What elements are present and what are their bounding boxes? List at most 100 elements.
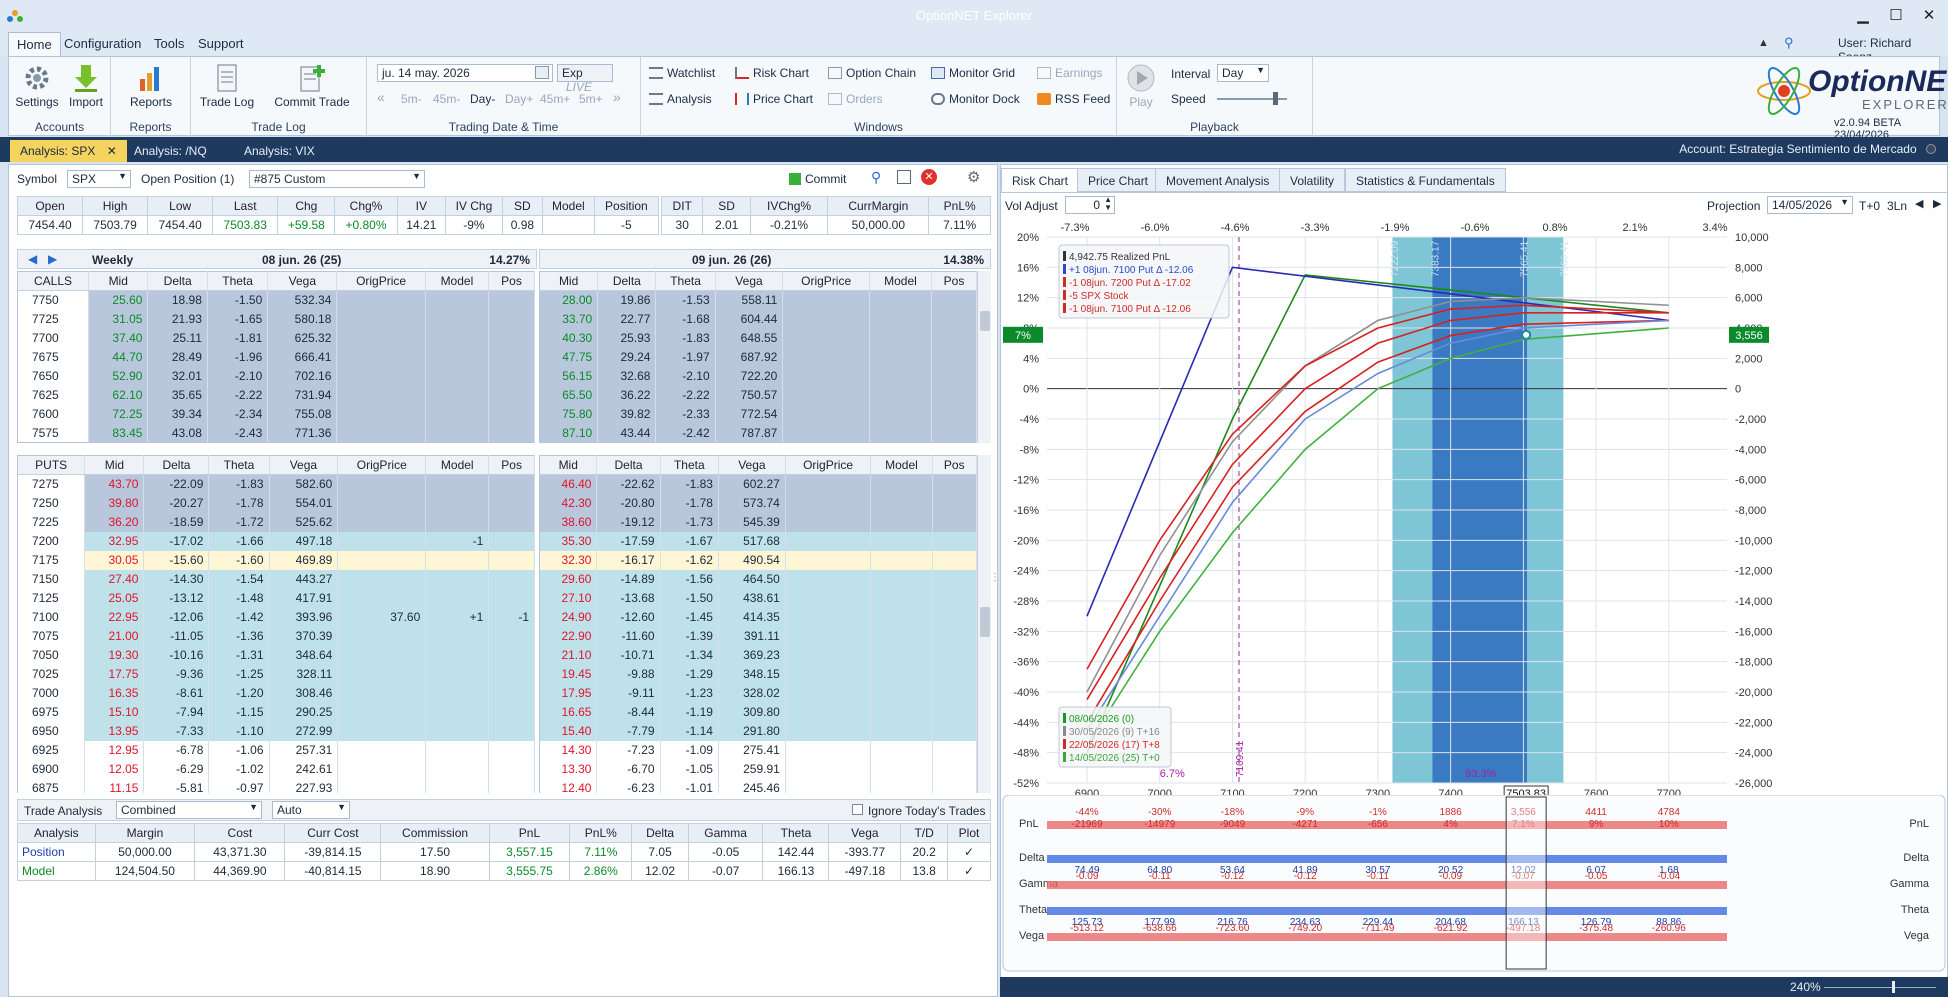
put-cell[interactable]	[932, 664, 978, 684]
put-cell[interactable]	[785, 759, 872, 779]
put-row[interactable]: 46.40 -22.62 -1.83 602.27	[539, 474, 978, 494]
put-row[interactable]: 7000 16.35 -8.61 -1.20 308.46	[17, 683, 535, 703]
call-cell[interactable]	[869, 290, 932, 310]
put-cell[interactable]	[785, 607, 872, 627]
call-row[interactable]: 75.80 39.82 -2.33 772.54	[539, 404, 978, 424]
put-cell[interactable]	[425, 493, 490, 513]
call-cell[interactable]	[931, 309, 978, 329]
put-cell[interactable]	[932, 721, 978, 741]
put-row[interactable]: 42.30 -20.80 -1.78 573.74	[539, 493, 978, 513]
put-row[interactable]: 12.40 -6.23 -1.01 245.46	[539, 778, 978, 793]
put-cell[interactable]	[337, 531, 427, 551]
put-cell[interactable]	[488, 683, 535, 703]
put-row[interactable]: 7200 32.95 -17.02 -1.66 497.18 -1	[17, 531, 535, 551]
commit-trade-button[interactable]: Commit Trade	[261, 59, 363, 109]
put-row[interactable]: 15.40 -7.79 -1.14 291.80	[539, 721, 978, 741]
put-cell[interactable]	[488, 664, 535, 684]
put-cell[interactable]: +1	[425, 607, 490, 627]
gear-icon[interactable]: ⚙	[967, 168, 980, 186]
call-row[interactable]: 28.00 19.86 -1.53 558.11	[539, 290, 978, 310]
call-cell[interactable]	[425, 385, 490, 405]
put-cell[interactable]	[488, 531, 535, 551]
put-cell[interactable]	[337, 569, 427, 589]
call-row[interactable]: 40.30 25.93 -1.83 648.55	[539, 328, 978, 348]
put-cell[interactable]	[337, 474, 427, 494]
put-cell[interactable]	[488, 493, 535, 513]
put-cell[interactable]	[488, 759, 535, 779]
put-row[interactable]: 32.30 -16.17 -1.62 490.54	[539, 550, 978, 570]
call-cell[interactable]	[425, 290, 490, 310]
put-cell[interactable]	[337, 778, 427, 793]
put-cell[interactable]	[488, 702, 535, 722]
put-cell[interactable]	[870, 645, 933, 665]
put-cell[interactable]	[932, 550, 978, 570]
put-row[interactable]: 19.45 -9.88 -1.29 348.15	[539, 664, 978, 684]
option-chain-button[interactable]: Option Chain	[828, 66, 916, 80]
put-cell[interactable]	[932, 474, 978, 494]
put-cell[interactable]	[425, 569, 490, 589]
commit-button[interactable]: Commit	[789, 172, 846, 186]
puts-scrollbar[interactable]	[977, 455, 991, 793]
call-cell[interactable]	[782, 309, 870, 329]
put-cell[interactable]	[785, 588, 872, 608]
menu-support[interactable]: Support	[192, 36, 250, 51]
call-cell[interactable]	[336, 423, 426, 443]
put-cell[interactable]	[425, 474, 490, 494]
put-cell[interactable]: 37.60	[337, 607, 427, 627]
put-cell[interactable]	[932, 702, 978, 722]
speed-slider-thumb[interactable]	[1273, 92, 1278, 105]
put-cell[interactable]	[785, 493, 872, 513]
zoom-slider[interactable]	[1824, 987, 1936, 988]
step-5m-back[interactable]: 5m-	[401, 92, 422, 106]
step-day-forward[interactable]: Day+	[505, 92, 533, 106]
put-cell[interactable]	[425, 550, 490, 570]
put-cell[interactable]	[932, 626, 978, 646]
put-row[interactable]: 22.90 -11.60 -1.39 391.11	[539, 626, 978, 646]
put-cell[interactable]	[337, 550, 427, 570]
put-cell[interactable]	[785, 702, 872, 722]
delete-position-icon[interactable]: ✕	[921, 169, 937, 185]
import-button[interactable]: Import	[65, 59, 107, 109]
call-cell[interactable]	[488, 404, 535, 424]
put-cell[interactable]	[870, 778, 933, 793]
plot-checkbox[interactable]: ✓	[947, 842, 991, 862]
call-cell[interactable]	[488, 290, 535, 310]
call-cell[interactable]	[488, 423, 535, 443]
interval-select[interactable]: Day ▼	[1217, 64, 1269, 82]
menu-configuration[interactable]: Configuration	[58, 36, 147, 51]
call-row[interactable]: 7600 72.25 39.34 -2.34 755.08	[17, 404, 535, 424]
call-cell[interactable]	[425, 404, 490, 424]
tab-analysis-nq[interactable]: Analysis: /NQ	[124, 140, 217, 162]
put-cell[interactable]	[337, 740, 427, 760]
put-row[interactable]: 35.30 -17.59 -1.67 517.68	[539, 531, 978, 551]
put-row[interactable]: 7275 43.70 -22.09 -1.83 582.60	[17, 474, 535, 494]
put-row[interactable]: 27.10 -13.68 -1.50 438.61	[539, 588, 978, 608]
put-cell[interactable]	[337, 721, 427, 741]
call-row[interactable]: 7575 83.45 43.08 -2.43 771.36	[17, 423, 535, 443]
close-tab-icon[interactable]: ✕	[107, 144, 117, 158]
call-cell[interactable]	[931, 290, 978, 310]
collapse-ribbon-icon[interactable]: ▲	[1758, 37, 1769, 49]
tab-statistics[interactable]: Statistics & Fundamentals	[1345, 168, 1506, 192]
tab-movement-analysis[interactable]: Movement Analysis	[1155, 168, 1281, 192]
call-row[interactable]: 33.70 22.77 -1.68 604.44	[539, 309, 978, 329]
tab-volatility[interactable]: Volatility	[1279, 168, 1346, 192]
put-cell[interactable]	[932, 778, 978, 793]
put-cell[interactable]	[425, 759, 490, 779]
put-cell[interactable]	[870, 626, 933, 646]
call-cell[interactable]	[336, 309, 426, 329]
put-cell[interactable]: -1	[488, 607, 535, 627]
price-chart-button[interactable]: Price Chart	[735, 92, 813, 106]
put-row[interactable]: 14.30 -7.23 -1.09 275.41	[539, 740, 978, 760]
put-cell[interactable]	[870, 550, 933, 570]
call-cell[interactable]	[336, 404, 426, 424]
call-cell[interactable]	[869, 309, 932, 329]
step-back-icon[interactable]: «	[377, 89, 385, 105]
call-cell[interactable]	[782, 366, 870, 386]
menu-tools[interactable]: Tools	[148, 36, 190, 51]
put-cell[interactable]: -1	[425, 531, 490, 551]
put-row[interactable]: 13.30 -6.70 -1.05 259.91	[539, 759, 978, 779]
spinner-icon[interactable]: ▲ ▼	[1104, 196, 1112, 212]
call-cell[interactable]	[425, 328, 490, 348]
put-cell[interactable]	[425, 740, 490, 760]
